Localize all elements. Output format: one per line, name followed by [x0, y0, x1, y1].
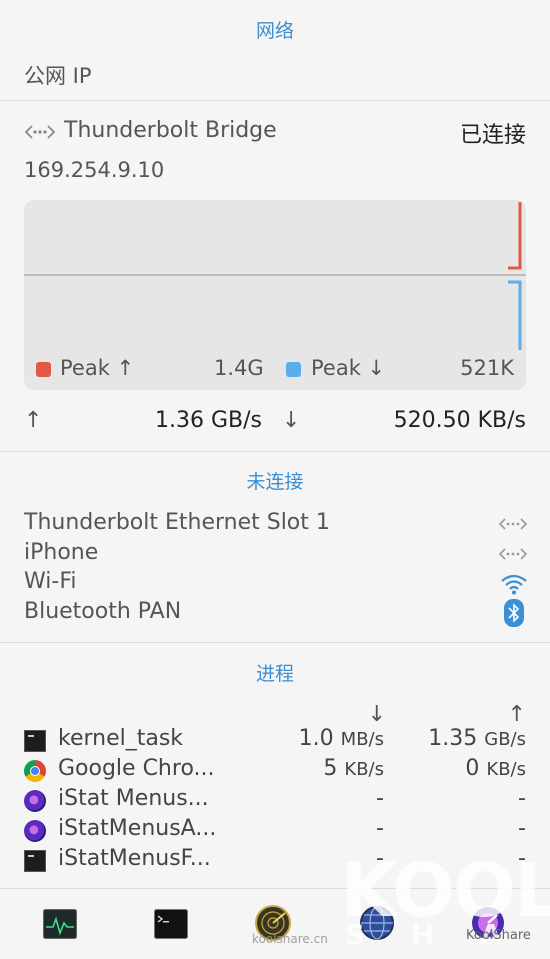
process-name: kernel_task — [58, 726, 184, 751]
ethernet-arrows-icon — [498, 546, 528, 562]
activity-monitor-icon[interactable] — [43, 909, 77, 939]
download-arrow-icon: ↓ — [282, 408, 301, 433]
process-name: iStatMenusF... — [58, 846, 211, 871]
process-download: - — [376, 816, 384, 841]
upload-column-header: ↑ — [507, 702, 526, 727]
download-speed: 520.50 KB/s — [393, 408, 526, 433]
legend-download-swatch — [286, 362, 301, 377]
process-row[interactable]: kernel_task 1.0 MB/s 1.35 GB/s — [24, 726, 528, 756]
process-row[interactable]: Google Chro... 5 KB/s 0 KB/s — [24, 756, 528, 786]
process-upload: 1.35 GB/s — [428, 726, 526, 751]
watermark-brand: KoolShare — [466, 928, 531, 943]
download-column-header: ↓ — [367, 702, 386, 727]
watermark-site: koolshare.cn — [252, 932, 328, 946]
network-section-title: 网络 — [255, 20, 294, 42]
ethernet-arrows-icon — [498, 516, 528, 532]
process-upload: - — [518, 786, 526, 811]
upload-trace — [508, 202, 522, 270]
processes-section-title: 进程 — [255, 663, 294, 685]
istat-icon — [24, 790, 46, 812]
process-row[interactable]: iStatMenusA... - - — [24, 816, 528, 846]
process-upload: - — [518, 816, 526, 841]
legend-upload-label: Peak ↑ — [60, 356, 135, 380]
legend-upload-value: 1.4G — [214, 356, 264, 380]
upload-arrow-icon: ↑ — [24, 408, 43, 433]
divider — [0, 642, 550, 643]
wifi-icon — [500, 573, 528, 595]
bandwidth-graph: Peak ↑ 1.4G Peak ↓ 521K — [24, 200, 526, 390]
interface-row-thunderbolt-ethernet[interactable]: Thunderbolt Ethernet Slot 1 — [24, 510, 330, 535]
terminal-icon — [24, 730, 46, 752]
legend-download-label: Peak ↓ — [311, 356, 386, 380]
istat-icon — [24, 820, 46, 842]
ethernet-arrows-icon — [24, 122, 56, 142]
divider — [0, 100, 550, 101]
interface-row-wifi[interactable]: Wi-Fi — [24, 569, 77, 594]
process-name: Google Chro... — [58, 756, 215, 781]
process-row[interactable]: iStat Menus... - - — [24, 786, 528, 816]
public-ip-label[interactable]: 公网 IP — [24, 60, 92, 90]
interface-row-iphone[interactable]: iPhone — [24, 540, 98, 565]
download-trace — [508, 280, 522, 350]
legend-upload-swatch — [36, 362, 51, 377]
disconnected-section-title: 未连接 — [246, 471, 304, 493]
process-download: - — [376, 786, 384, 811]
process-download: 1.0 MB/s — [298, 726, 384, 751]
legend-download-value: 521K — [460, 356, 514, 380]
divider — [0, 451, 550, 452]
terminal-icon — [24, 850, 46, 872]
interface-row-bluetooth-pan[interactable]: Bluetooth PAN — [24, 599, 181, 624]
process-upload: 0 KB/s — [465, 756, 526, 781]
process-name: iStat Menus... — [58, 786, 209, 811]
interface-name[interactable]: Thunderbolt Bridge — [64, 118, 277, 143]
terminal-icon[interactable] — [154, 909, 188, 939]
process-download: 5 KB/s — [323, 756, 384, 781]
bluetooth-icon — [504, 599, 524, 627]
chrome-icon — [24, 760, 46, 782]
upload-speed: 1.36 GB/s — [155, 408, 262, 433]
interface-ip[interactable]: 169.254.9.10 — [24, 158, 164, 182]
process-name: iStatMenusA... — [58, 816, 217, 841]
interface-status: 已连接 — [459, 123, 526, 148]
